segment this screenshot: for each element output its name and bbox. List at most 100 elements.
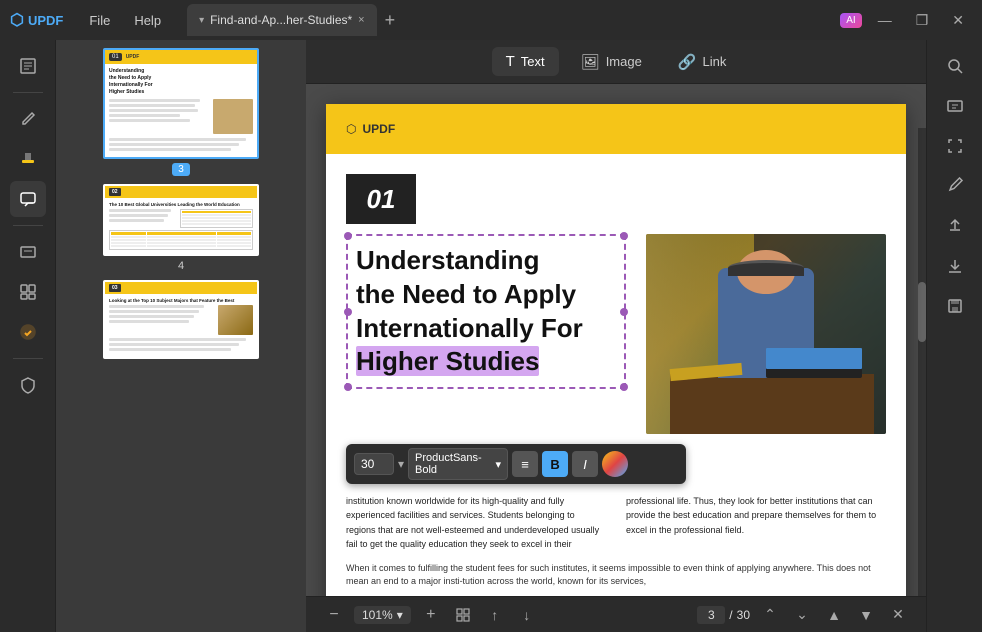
font-family-value: ProductSans-Bold (415, 452, 495, 476)
page-yellow-bar: ⬡ UPDF (326, 104, 906, 154)
sidebar-icon-protect[interactable] (10, 367, 46, 403)
bottom-bar: − 101% ▾ + ↑ ↓ / 30 ⌃ ⌄ ▲ ▼ ✕ (306, 596, 926, 632)
thumb-image-1 (213, 99, 253, 134)
updf-logo-diamond: ⬡ (346, 122, 356, 136)
current-page-input[interactable] (697, 606, 725, 624)
sidebar-icon-highlight[interactable] (10, 141, 46, 177)
close-button[interactable]: ✕ (944, 8, 972, 33)
thumb-page-badge-1: 3 (172, 163, 190, 176)
thumb-header-2: 02 (105, 186, 257, 198)
text-format-toolbar: ▾ ProductSans-Bold ▾ ≡ B I (346, 444, 686, 484)
app-logo-text: UPDF (28, 13, 63, 28)
search-button[interactable] (937, 48, 973, 84)
body-text-col1: institution known worldwide for its high… (346, 496, 876, 549)
download-button[interactable] (937, 248, 973, 284)
thumb-content-1: Understandingthe Need to ApplyInternatio… (105, 64, 257, 157)
tab-close-icon[interactable]: × (358, 14, 364, 26)
scroll-up-button[interactable]: ↑ (483, 603, 507, 627)
handle-mr[interactable] (620, 308, 628, 316)
recognize-button[interactable] (937, 128, 973, 164)
thumbnail-item-3[interactable]: 03 Looking at the Top 10 Subject Majors … (64, 280, 298, 363)
ai-badge[interactable]: AI (840, 13, 861, 28)
thumb-table-big-2 (109, 230, 253, 250)
add-tab-button[interactable]: + (377, 10, 404, 31)
image-caption-area: When it comes to fulfilling the student … (346, 562, 886, 589)
body-paragraph-1: institution known worldwide for its high… (346, 494, 886, 552)
sidebar-divider-3 (13, 358, 43, 359)
share-button[interactable] (937, 208, 973, 244)
thumb-table-2 (109, 209, 253, 228)
zoom-in-button[interactable]: + (419, 603, 443, 627)
sidebar-icon-pages[interactable] (10, 48, 46, 84)
sidebar-icon-organize[interactable] (10, 274, 46, 310)
pdf-viewer[interactable]: ⬡ UPDF 01 (306, 84, 926, 596)
align-button[interactable]: ≡ (512, 451, 538, 477)
zoom-out-button[interactable]: − (322, 603, 346, 627)
thumbnail-card-3[interactable]: 03 Looking at the Top 10 Subject Majors … (103, 280, 259, 359)
thumbnail-panel: 01 UPDF Understandingthe Need to ApplyIn… (56, 40, 306, 632)
file-menu[interactable]: File (79, 9, 120, 32)
scroll-list-next[interactable]: ▼ (854, 603, 878, 627)
sidebar-icon-form[interactable] (10, 234, 46, 270)
minimize-button[interactable]: — (870, 8, 900, 32)
fit-page-button[interactable] (451, 603, 475, 627)
thumb-title-2: The 10 Best Global Universities Leading … (109, 202, 253, 207)
thumbnail-card-1[interactable]: 01 UPDF Understandingthe Need to ApplyIn… (103, 48, 259, 159)
thumbnail-card-2[interactable]: 02 The 10 Best Global Universities Leadi… (103, 184, 259, 256)
help-menu[interactable]: Help (124, 9, 171, 32)
thumbnail-item[interactable]: 01 UPDF Understandingthe Need to ApplyIn… (64, 48, 298, 176)
active-tab[interactable]: ▾ Find-and-Ap...her-Studies* × (187, 4, 377, 36)
thumb-header-3: 03 (105, 282, 257, 294)
sidebar-icon-comment[interactable] (10, 181, 46, 217)
title-line-4: Higher Studies (356, 345, 616, 379)
font-size-input[interactable] (354, 453, 394, 475)
scrollbar-thumb[interactable] (918, 282, 926, 342)
page-next-button[interactable]: ⌄ (790, 603, 814, 627)
title-line-3: Internationally For (356, 312, 616, 346)
thumb-content-3: Looking at the Top 10 Subject Majors tha… (105, 294, 257, 357)
handle-ml[interactable] (344, 308, 352, 316)
handle-tl[interactable] (344, 232, 352, 240)
main-layout: 01 UPDF Understandingthe Need to ApplyIn… (0, 40, 982, 632)
scroll-down-button[interactable]: ↓ (515, 603, 539, 627)
image-tool[interactable]: 🖼 Image (567, 47, 656, 77)
scroll-list-prev[interactable]: ▲ (822, 603, 846, 627)
handle-br[interactable] (620, 383, 628, 391)
link-tool[interactable]: 🔗 Link (664, 47, 741, 77)
font-size-dropdown-icon[interactable]: ▾ (398, 457, 404, 471)
thumbnail-item-2[interactable]: 02 The 10 Best Global Universities Leadi… (64, 184, 298, 272)
save-button[interactable] (937, 288, 973, 324)
text-tool-label: Text (521, 54, 545, 69)
headphones (728, 260, 805, 276)
edit-content-button[interactable] (937, 168, 973, 204)
thumb-page-label-2: 4 (178, 260, 184, 272)
text-tool[interactable]: T Text (492, 47, 559, 76)
page-logo-text: UPDF (362, 122, 395, 136)
title-selection-box[interactable]: Understanding the Need to Apply Internat… (346, 234, 626, 389)
font-family-dropdown[interactable]: ProductSans-Bold ▾ (408, 448, 508, 480)
page-number-box: 01 (346, 174, 416, 224)
handle-tr[interactable] (620, 232, 628, 240)
zoom-dropdown-icon[interactable]: ▾ (397, 608, 403, 622)
italic-button[interactable]: I (572, 451, 598, 477)
handle-bl[interactable] (344, 383, 352, 391)
color-picker-button[interactable] (602, 451, 628, 477)
pdf-page: ⬡ UPDF 01 (326, 104, 906, 596)
title-text-container: Understanding the Need to Apply Internat… (346, 234, 626, 434)
sidebar-icon-sign[interactable] (10, 314, 46, 350)
bold-button[interactable]: B (542, 451, 568, 477)
thumb-body-1 (109, 99, 253, 134)
zoom-display: 101% ▾ (354, 606, 411, 624)
app-logo: ⬡ UPDF (10, 10, 63, 30)
ocr-button[interactable] (937, 88, 973, 124)
title-controls: AI — ❐ ✕ (840, 8, 972, 33)
image-icon: 🖼 (581, 53, 600, 71)
scrollbar-track[interactable] (918, 128, 926, 596)
page-prev-button[interactable]: ⌃ (758, 603, 782, 627)
thumb-body-3 (109, 305, 253, 335)
laptop (766, 348, 862, 378)
title-bar: ⬡ UPDF File Help ▾ Find-and-Ap...her-Stu… (0, 0, 982, 40)
close-nav-button[interactable]: ✕ (886, 603, 910, 627)
restore-button[interactable]: ❐ (908, 8, 937, 33)
sidebar-icon-edit[interactable] (10, 101, 46, 137)
